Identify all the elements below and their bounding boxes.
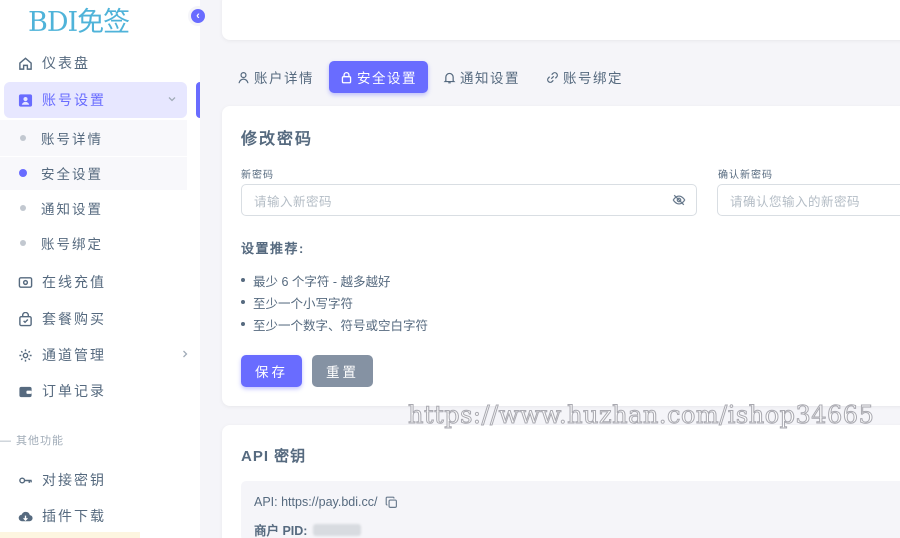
sidebar-item-label: 账号设置 xyxy=(42,92,106,108)
settings-tabs: 账户详情 安全设置 通知设置 账号绑定 xyxy=(226,61,638,93)
card-title: API 密钥 xyxy=(241,448,307,465)
tab-label: 账号绑定 xyxy=(563,71,623,86)
brand-logo[interactable]: BDI免签 xyxy=(28,0,130,39)
section-header: — 其他功能 xyxy=(0,435,65,447)
confirm-password-input[interactable]: 请确认您输入的新密码 xyxy=(717,184,900,216)
api-info-box: API: https://pay.bdi.cc/ 商户 PID: xyxy=(241,481,900,538)
sidebar-item-label: 在线充值 xyxy=(42,274,106,290)
account-icon xyxy=(17,92,33,108)
chevron-right-icon xyxy=(180,349,190,362)
submenu-item-label: 账号详情 xyxy=(41,132,103,147)
api-label: API: xyxy=(254,495,278,509)
sidebar-item-label: 套餐购买 xyxy=(42,311,106,327)
bullet-icon xyxy=(20,240,26,246)
lock-icon xyxy=(340,71,353,84)
sidebar-item-label: 订单记录 xyxy=(42,383,106,399)
sidebar: BDI免签 仪表盘 账号设置 账号详情 安全设置 通知设置 账号绑定 在线充值 … xyxy=(0,0,200,538)
sidebar-item-label: 插件下载 xyxy=(42,508,106,524)
list-item: 至少一个数字、符号或空白字符 xyxy=(241,313,428,335)
collapse-sidebar-button[interactable]: ‹ xyxy=(188,6,208,26)
api-key-card: API 密钥 API: https://pay.bdi.cc/ 商户 PID: xyxy=(222,425,900,538)
sidebar-item-dashboard[interactable]: 仪表盘 xyxy=(0,45,200,81)
link-icon xyxy=(546,71,559,84)
tab-label: 账户详情 xyxy=(254,71,314,86)
list-item: 最少 6 个字符 - 越多越好 xyxy=(241,269,428,291)
submenu-item-binding[interactable]: 账号绑定 xyxy=(0,227,187,259)
cloud-download-icon xyxy=(17,508,33,524)
tab-account-binding[interactable]: 账号绑定 xyxy=(535,61,634,93)
submenu-item-security[interactable]: 安全设置 xyxy=(0,157,187,189)
key-icon xyxy=(17,472,33,488)
api-url: https://pay.bdi.cc/ xyxy=(281,495,378,509)
sidebar-item-api-key[interactable]: 对接密钥 xyxy=(0,462,200,498)
sidebar-item-packages[interactable]: 套餐购买 xyxy=(0,301,200,337)
pid-label: 商户 PID: xyxy=(254,524,308,538)
submenu-item-notifications[interactable]: 通知设置 xyxy=(0,192,187,224)
sidebar-item-label: 通道管理 xyxy=(42,347,106,363)
wallet-icon xyxy=(17,383,33,399)
list-item: 至少一个小写字符 xyxy=(241,291,428,313)
masked-pid xyxy=(313,523,362,536)
bullet-icon xyxy=(19,169,27,177)
save-button[interactable]: 保存 xyxy=(241,355,302,387)
sidebar-item-label: 对接密钥 xyxy=(42,472,106,488)
requirements-list: 最少 6 个字符 - 越多越好 至少一个小写字符 至少一个数字、符号或空白字符 xyxy=(241,269,428,335)
copy-icon[interactable] xyxy=(385,496,398,509)
package-icon xyxy=(17,311,33,327)
user-icon xyxy=(237,71,250,84)
sidebar-item-channels[interactable]: 通道管理 xyxy=(0,337,200,373)
top-navbar xyxy=(222,0,900,40)
bell-icon xyxy=(443,71,456,84)
tab-label: 通知设置 xyxy=(460,71,520,86)
settings-icon xyxy=(17,347,33,363)
bullet-icon xyxy=(20,135,26,141)
requirements-title: 设置推荐: xyxy=(241,241,305,256)
merchant-pid-row: 商户 PID: xyxy=(254,520,362,538)
active-indicator xyxy=(196,82,200,118)
submenu-item-label: 通知设置 xyxy=(41,202,103,217)
new-password-label: 新密码 xyxy=(241,170,274,181)
sidebar-item-account-settings[interactable]: 账号设置 xyxy=(4,82,187,118)
sidebar-item-label: 仪表盘 xyxy=(42,55,90,71)
new-password-placeholder: 请输入新密码 xyxy=(254,194,333,209)
card-title: 修改密码 xyxy=(241,131,314,148)
submenu-item-account-details[interactable]: 账号详情 xyxy=(0,122,187,154)
recharge-icon xyxy=(17,274,33,290)
change-password-card: 修改密码 新密码 请输入新密码 确认新密码 请确认您输入的新密码 设置推荐: 最… xyxy=(222,106,900,406)
eye-off-icon[interactable] xyxy=(672,193,686,210)
sidebar-item-orders[interactable]: 订单记录 xyxy=(0,373,200,409)
tab-security[interactable]: 安全设置 xyxy=(329,61,428,93)
reset-button[interactable]: 重置 xyxy=(312,355,373,387)
submenu-item-label: 安全设置 xyxy=(41,167,103,182)
confirm-password-label: 确认新密码 xyxy=(718,170,773,181)
tab-notifications[interactable]: 通知设置 xyxy=(432,61,531,93)
sidebar-item-recharge[interactable]: 在线充值 xyxy=(0,264,200,300)
chevron-down-icon xyxy=(167,94,177,107)
new-password-input[interactable]: 请输入新密码 xyxy=(241,184,697,216)
home-icon xyxy=(17,55,33,71)
tab-account-details[interactable]: 账户详情 xyxy=(226,61,325,93)
submenu-item-label: 账号绑定 xyxy=(41,237,103,252)
api-url-row: API: https://pay.bdi.cc/ xyxy=(254,495,398,509)
sidebar-item-plugin-download[interactable]: 插件下载 xyxy=(0,498,200,534)
bullet-icon xyxy=(20,205,26,211)
confirm-password-placeholder: 请确认您输入的新密码 xyxy=(730,194,861,209)
tab-label: 安全设置 xyxy=(357,71,417,86)
footer-strip xyxy=(0,532,140,538)
chevron-left-icon: ‹ xyxy=(196,10,200,22)
